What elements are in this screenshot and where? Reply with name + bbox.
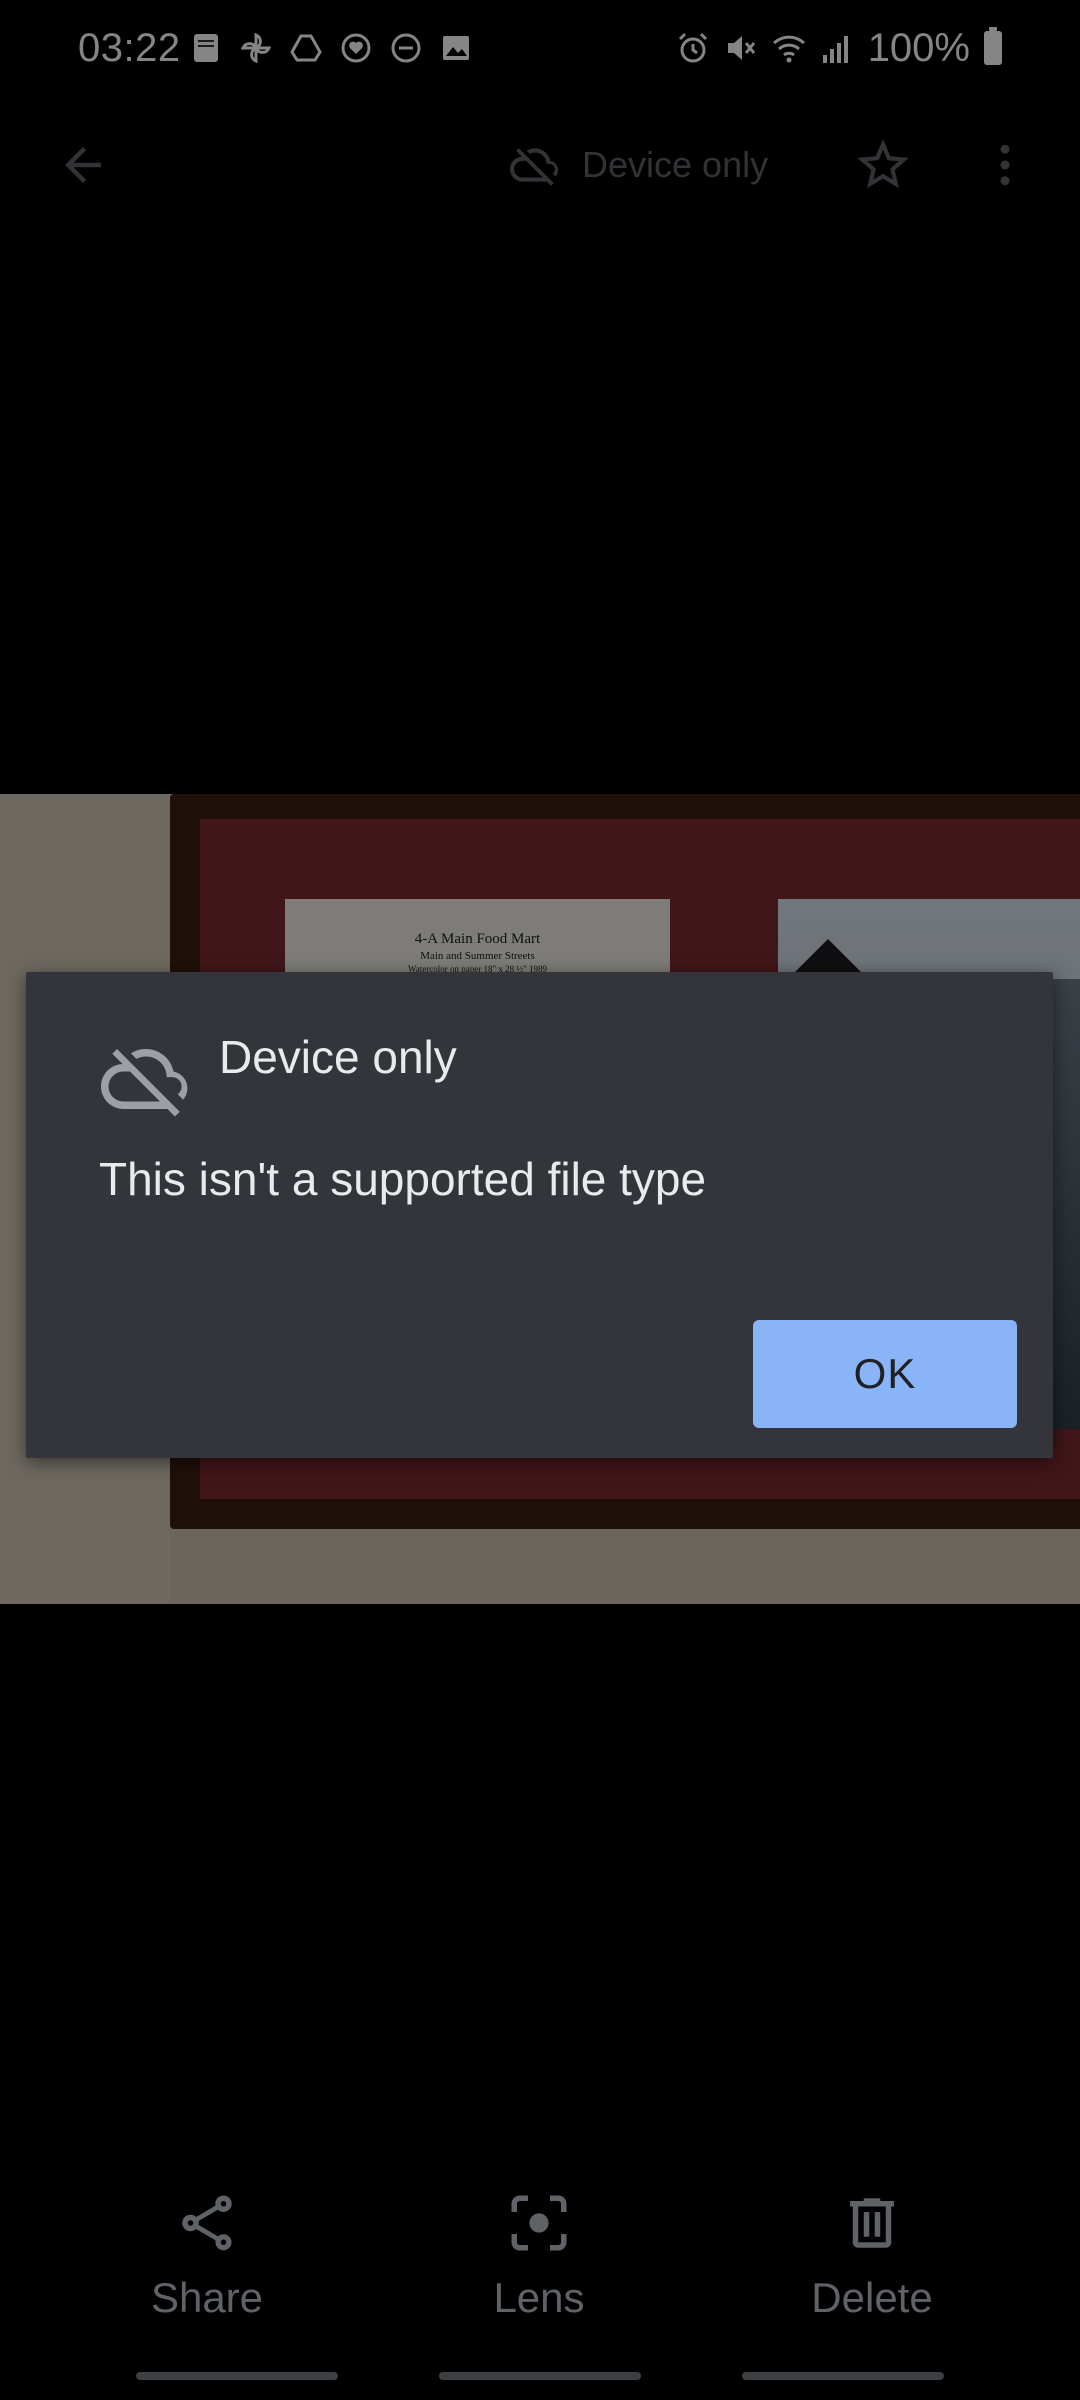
share-button[interactable]: Share [107,2190,307,2350]
lens-label: Lens [493,2274,585,2321]
gesture-hint-left [136,2372,338,2380]
share-label: Share [150,2274,264,2321]
photo-viewer-screen: 03:22 100% Device only 4-A Main Food Mar… [0,0,1080,2400]
bottom-action-bar: Share Lens Delete [0,2190,1080,2350]
share-icon [182,2195,232,2251]
delete-label: Delete [811,2274,933,2321]
trash-icon [850,2198,894,2248]
gesture-hint-right [742,2372,944,2380]
lens-icon [511,2195,567,2251]
ok-button[interactable]: OK [753,1320,1017,1428]
dialog-title: Device only [219,1031,457,1083]
gesture-hint-center [439,2372,641,2380]
lens-button[interactable]: Lens [439,2190,639,2350]
unsupported-file-dialog: Device only This isn't a supported file … [26,972,1053,1458]
dialog-message: This isn't a supported file type [99,1153,707,1205]
cloud-off-icon [101,1049,188,1117]
delete-button[interactable]: Delete [772,2190,972,2350]
